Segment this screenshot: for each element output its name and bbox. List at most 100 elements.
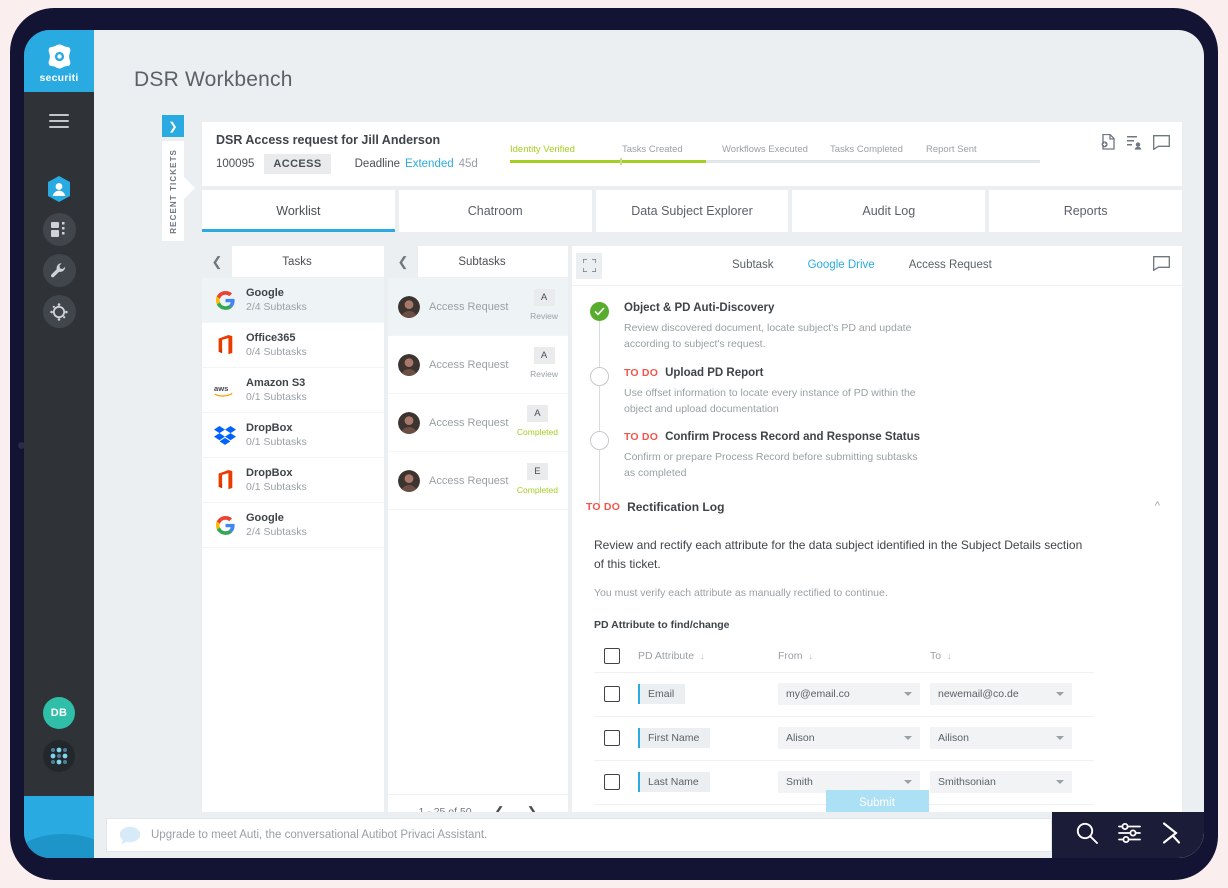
task-list-item[interactable]: DropBox 0/1 Subtasks (202, 413, 384, 458)
task-name: Google (246, 287, 284, 299)
filter-sliders-icon[interactable] (1117, 822, 1141, 849)
row-checkbox[interactable] (604, 730, 620, 747)
tasks-panel-title: Tasks (282, 255, 312, 268)
task-list-item[interactable]: Office365 0/4 Subtasks (202, 323, 384, 368)
breadcrumb-google-drive[interactable]: Google Drive (808, 259, 875, 271)
sidebar-item-settings[interactable] (42, 295, 76, 328)
tab-worklist[interactable]: Worklist (202, 190, 395, 232)
sidebar-item-dashboard[interactable] (42, 213, 76, 246)
progress-step-2: Workflows Executed (722, 144, 808, 155)
avatar[interactable]: DB (43, 697, 75, 729)
task-list-item[interactable]: Google 2/4 Subtasks (202, 503, 384, 548)
comment-icon[interactable] (1153, 256, 1170, 276)
to-value-select[interactable]: newemail@co.de (930, 683, 1072, 706)
send-arrow-icon[interactable] (1161, 821, 1181, 849)
rail-footer-decoration (24, 796, 94, 858)
task-subtask-count: 0/1 Subtasks (246, 481, 307, 493)
checklist-title: Upload PD Report (665, 366, 764, 379)
rectification-log-title: Rectification Log (627, 499, 725, 514)
chevron-down-icon (1056, 692, 1064, 697)
chevron-left-icon[interactable]: ❮ (202, 245, 232, 278)
tab-data-subject-explorer[interactable]: Data Subject Explorer (595, 190, 789, 232)
todo-tag: TO DO (624, 366, 659, 379)
screen: securiti DB DSR Workbench ❯ RECENT TICKE… (24, 30, 1204, 858)
deadline-extended-link[interactable]: Extended (405, 158, 454, 170)
subtask-list-item[interactable]: Access Request A Review (388, 278, 568, 336)
task-name: Office365 (246, 332, 296, 344)
expand-fullscreen-icon[interactable] (576, 252, 602, 279)
task-name: DropBox (246, 467, 293, 479)
tasks-panel-header: ❮ Tasks (202, 245, 384, 278)
progress-fill (510, 160, 707, 163)
table-row: Email my@email.co newemail@co.de (594, 673, 1094, 717)
hamburger-menu-icon[interactable] (49, 114, 69, 128)
recent-tickets-label: RECENT TICKETS (168, 148, 178, 234)
task-name: Amazon S3 (246, 377, 306, 389)
subtask-status: Review (530, 311, 558, 321)
chevron-up-icon[interactable]: ^ (1155, 500, 1160, 512)
brand-logo-block[interactable]: securiti (24, 30, 94, 92)
subtask-list-item[interactable]: Access Request A Review (388, 336, 568, 394)
task-list-item[interactable]: Google 2/4 Subtasks (202, 278, 384, 323)
subtask-list-item[interactable]: Access Request E Completed (388, 452, 568, 510)
task-subtask-count: 2/4 Subtasks (246, 526, 307, 538)
check-done-icon (590, 302, 609, 321)
from-value-select[interactable]: my@email.co (778, 683, 920, 706)
assign-user-icon[interactable] (1127, 135, 1142, 155)
subtask-name: Access Request (429, 358, 509, 371)
sort-down-arrow-icon[interactable]: ↓ (809, 651, 814, 661)
apps-grid-icon[interactable] (43, 740, 75, 772)
recent-tickets-toggle[interactable]: RECENT TICKETS (162, 141, 184, 241)
to-value-select[interactable]: Ailison (930, 727, 1072, 750)
sidebar-item-tools[interactable] (42, 254, 76, 287)
to-value: newemail@co.de (938, 688, 1019, 701)
progress-step-1: Tasks Created (622, 144, 683, 155)
subtask-badge: E (526, 463, 548, 480)
recent-tickets-pointer (184, 177, 195, 199)
rectification-log-header[interactable]: TO DO Rectification Log ^ (586, 500, 1164, 514)
checklist-marker (590, 431, 612, 504)
progress-step-0: Identity Verified (510, 144, 575, 155)
row-checkbox[interactable] (604, 686, 620, 703)
from-value-select[interactable]: Alison (778, 727, 920, 750)
check-todo-icon[interactable] (590, 366, 609, 386)
row-checkbox[interactable] (604, 774, 620, 791)
chevron-right-icon[interactable]: ❯ (162, 115, 184, 137)
subtask-list-item[interactable]: Access Request A Completed (388, 394, 568, 452)
tablet-device-frame: securiti DB DSR Workbench ❯ RECENT TICKE… (10, 8, 1218, 880)
subtask-status: Review (530, 369, 558, 379)
dropbox-icon (214, 424, 236, 446)
ticket-title: DSR Access request for Jill Anderson (216, 133, 441, 147)
comment-icon[interactable] (1153, 134, 1170, 155)
chat-input[interactable]: Upgrade to meet Auti, the conversational… (106, 818, 1052, 852)
breadcrumb-subtask: Subtask (732, 259, 774, 271)
task-list-item[interactable]: DropBox 0/1 Subtasks (202, 458, 384, 503)
column-header-from: From (778, 650, 803, 663)
tab-chatroom[interactable]: Chatroom (398, 190, 592, 232)
select-all-checkbox[interactable] (604, 648, 620, 665)
ticket-id: 100095 (216, 158, 255, 170)
google-icon (214, 289, 236, 311)
rectification-subheading: PD Attribute to find/change (594, 618, 730, 631)
attribute-chip: Email (638, 684, 686, 705)
main-tabs: Worklist Chatroom Data Subject Explorer … (202, 190, 1182, 232)
sort-down-arrow-icon[interactable]: ↓ (700, 651, 705, 661)
to-value: Smithsonian (938, 776, 996, 789)
task-list-item[interactable]: aws Amazon S3 0/1 Subtasks (202, 368, 384, 413)
brand-name: securiti (39, 71, 79, 84)
tab-reports[interactable]: Reports (989, 190, 1182, 232)
sidebar-item-privaci[interactable] (43, 172, 76, 205)
sort-down-arrow-icon[interactable]: ↓ (947, 651, 952, 661)
chat-bar: Upgrade to meet Auti, the conversational… (94, 812, 1204, 858)
svg-text:aws: aws (214, 383, 228, 392)
check-todo-icon[interactable] (590, 431, 609, 451)
tab-audit-log[interactable]: Audit Log (792, 190, 986, 232)
search-icon[interactable] (1076, 822, 1098, 849)
checklist-desc: Use offset information to locate every i… (624, 386, 916, 415)
checklist-marker (590, 366, 612, 440)
subtasks-panel-title: Subtasks (458, 255, 506, 268)
add-document-icon[interactable] (1101, 133, 1116, 155)
checklist: Object & PD Auti-Discovery Review discov… (572, 286, 1182, 504)
chevron-left-icon[interactable]: ❮ (388, 245, 418, 278)
tasks-panel: ❮ Tasks Google 2/4 Subtasks Office365 0/… (202, 245, 384, 828)
